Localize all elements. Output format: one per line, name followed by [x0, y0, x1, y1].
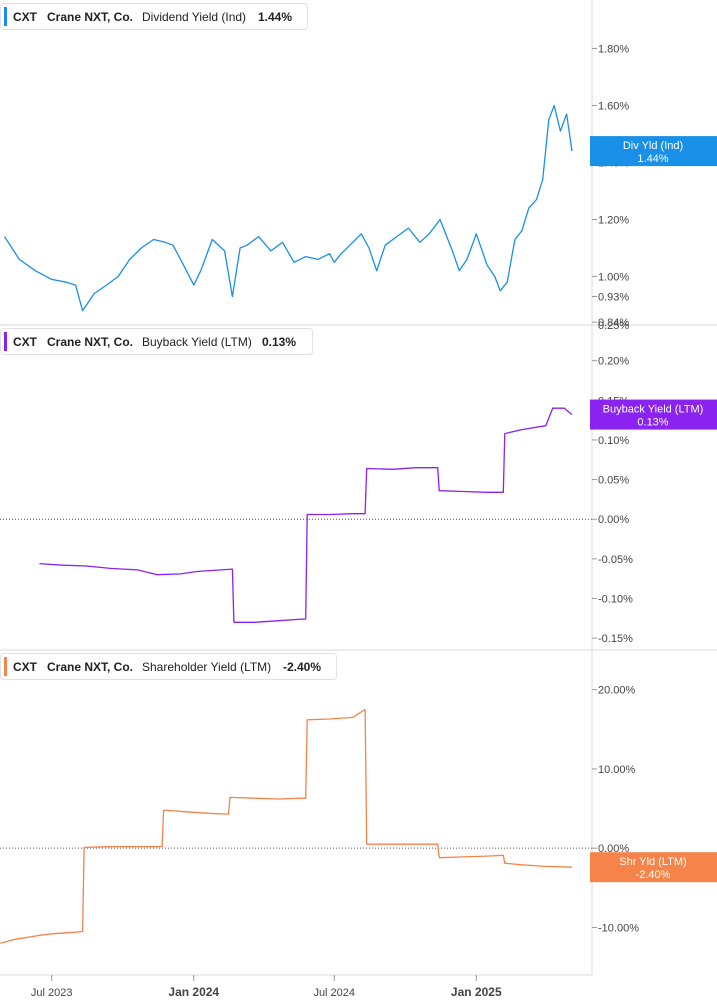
x-tick-label: Jan 2024: [168, 985, 219, 999]
panel-buyback: 0.25% 0.20% 0.10% 0.05% 0.00% -0.05% -0.10% -0.…: [0, 320, 717, 645]
y-tick-label: -0.10%: [598, 593, 633, 605]
series-line-buyback: [39, 407, 573, 623]
series-legend: CXT Crane NXT, Co. Dividend Yield (Ind) 1.4…: [0, 3, 308, 30]
legend-ticker: CXT: [13, 335, 38, 349]
y-tick-label: 0.20%: [598, 356, 629, 368]
x-tick-label: Jan 2025: [451, 985, 502, 999]
legend-company: Crane NXT, Co.: [47, 335, 133, 349]
y-tick-label: 1.00%: [598, 272, 629, 284]
legend-color-swatch: [4, 7, 7, 26]
series-line-shareholder: [0, 708, 573, 944]
value-badge-title: Div Yld (Ind): [623, 140, 683, 152]
series-legend: CXT Crane NXT, Co. Buyback Yield (LTM) 0.13…: [0, 328, 313, 355]
legend-current-value: 1.44%: [258, 10, 292, 24]
legend-color-swatch: [4, 332, 7, 351]
y-tick-label: -0.05%: [598, 554, 633, 566]
x-tick-label: Jul 2023: [31, 987, 73, 999]
y-tick-label: 0.00%: [598, 514, 629, 526]
value-badge-value: 0.13%: [637, 417, 668, 429]
value-badge-value: 1.44%: [637, 153, 668, 165]
legend-metric: Shareholder Yield (LTM): [142, 660, 271, 674]
value-badge: Buyback Yield (LTM)0.13%: [590, 399, 717, 430]
y-tick-label: 1.80%: [598, 43, 629, 55]
value-badge-title: Buyback Yield (LTM): [603, 404, 704, 416]
y-tick-label-cut: 0.25%: [598, 320, 629, 332]
value-badge: Shr Yld (LTM)-2.40%: [590, 852, 717, 883]
value-badge-value: -2.40%: [636, 869, 671, 881]
legend-current-value: 0.13%: [262, 335, 296, 349]
x-tick-label: Jul 2024: [313, 987, 355, 999]
series-line-dividend: [4, 104, 573, 312]
y-tick-label: 0.05%: [598, 475, 629, 487]
legend-company: Crane NXT, Co.: [47, 660, 133, 674]
legend-company: Crane NXT, Co.: [47, 10, 133, 24]
y-tick-label: 0.10%: [598, 435, 629, 447]
legend-current-value: -2.40%: [283, 660, 321, 674]
y-tick-label: 0.93%: [598, 291, 629, 303]
panel-dividend: 1.80%1.60%1.20%1.00%0.93%0.84%1.40%Div Y…: [0, 3, 717, 329]
legend-ticker: CXT: [13, 10, 38, 24]
legend-ticker: CXT: [13, 660, 38, 674]
y-tick-label: 20.00%: [598, 685, 636, 697]
legend-metric: Dividend Yield (Ind): [142, 10, 246, 24]
y-tick-label: 1.20%: [598, 215, 629, 227]
x-axis: Jul 2023 Jan 2024 Jul 2024 Jan 2025: [31, 975, 502, 999]
value-badge-title: Shr Yld (LTM): [619, 856, 686, 868]
y-tick-label: -10.00%: [598, 922, 639, 934]
series-legend: CXT Crane NXT, Co. Shareholder Yield (LTM)…: [0, 653, 337, 680]
value-badge: Div Yld (Ind)1.44%: [590, 136, 717, 167]
y-tick-label: 1.60%: [598, 100, 629, 112]
y-tick-label: -0.15%: [598, 633, 633, 645]
y-tick-label: 10.00%: [598, 764, 636, 776]
legend-metric: Buyback Yield (LTM): [142, 335, 252, 349]
panel-shareholder: 20.00%10.00%0.00%-10.00%Shr Yld (LTM)-2.…: [0, 653, 717, 944]
chart-stage: 1.80%1.60%1.20%1.00%0.93%0.84%1.40%Div Y…: [0, 0, 717, 999]
chart-panels: 1.80%1.60%1.20%1.00%0.93%0.84%1.40%Div Y…: [0, 3, 717, 944]
legend-color-swatch: [4, 657, 7, 676]
